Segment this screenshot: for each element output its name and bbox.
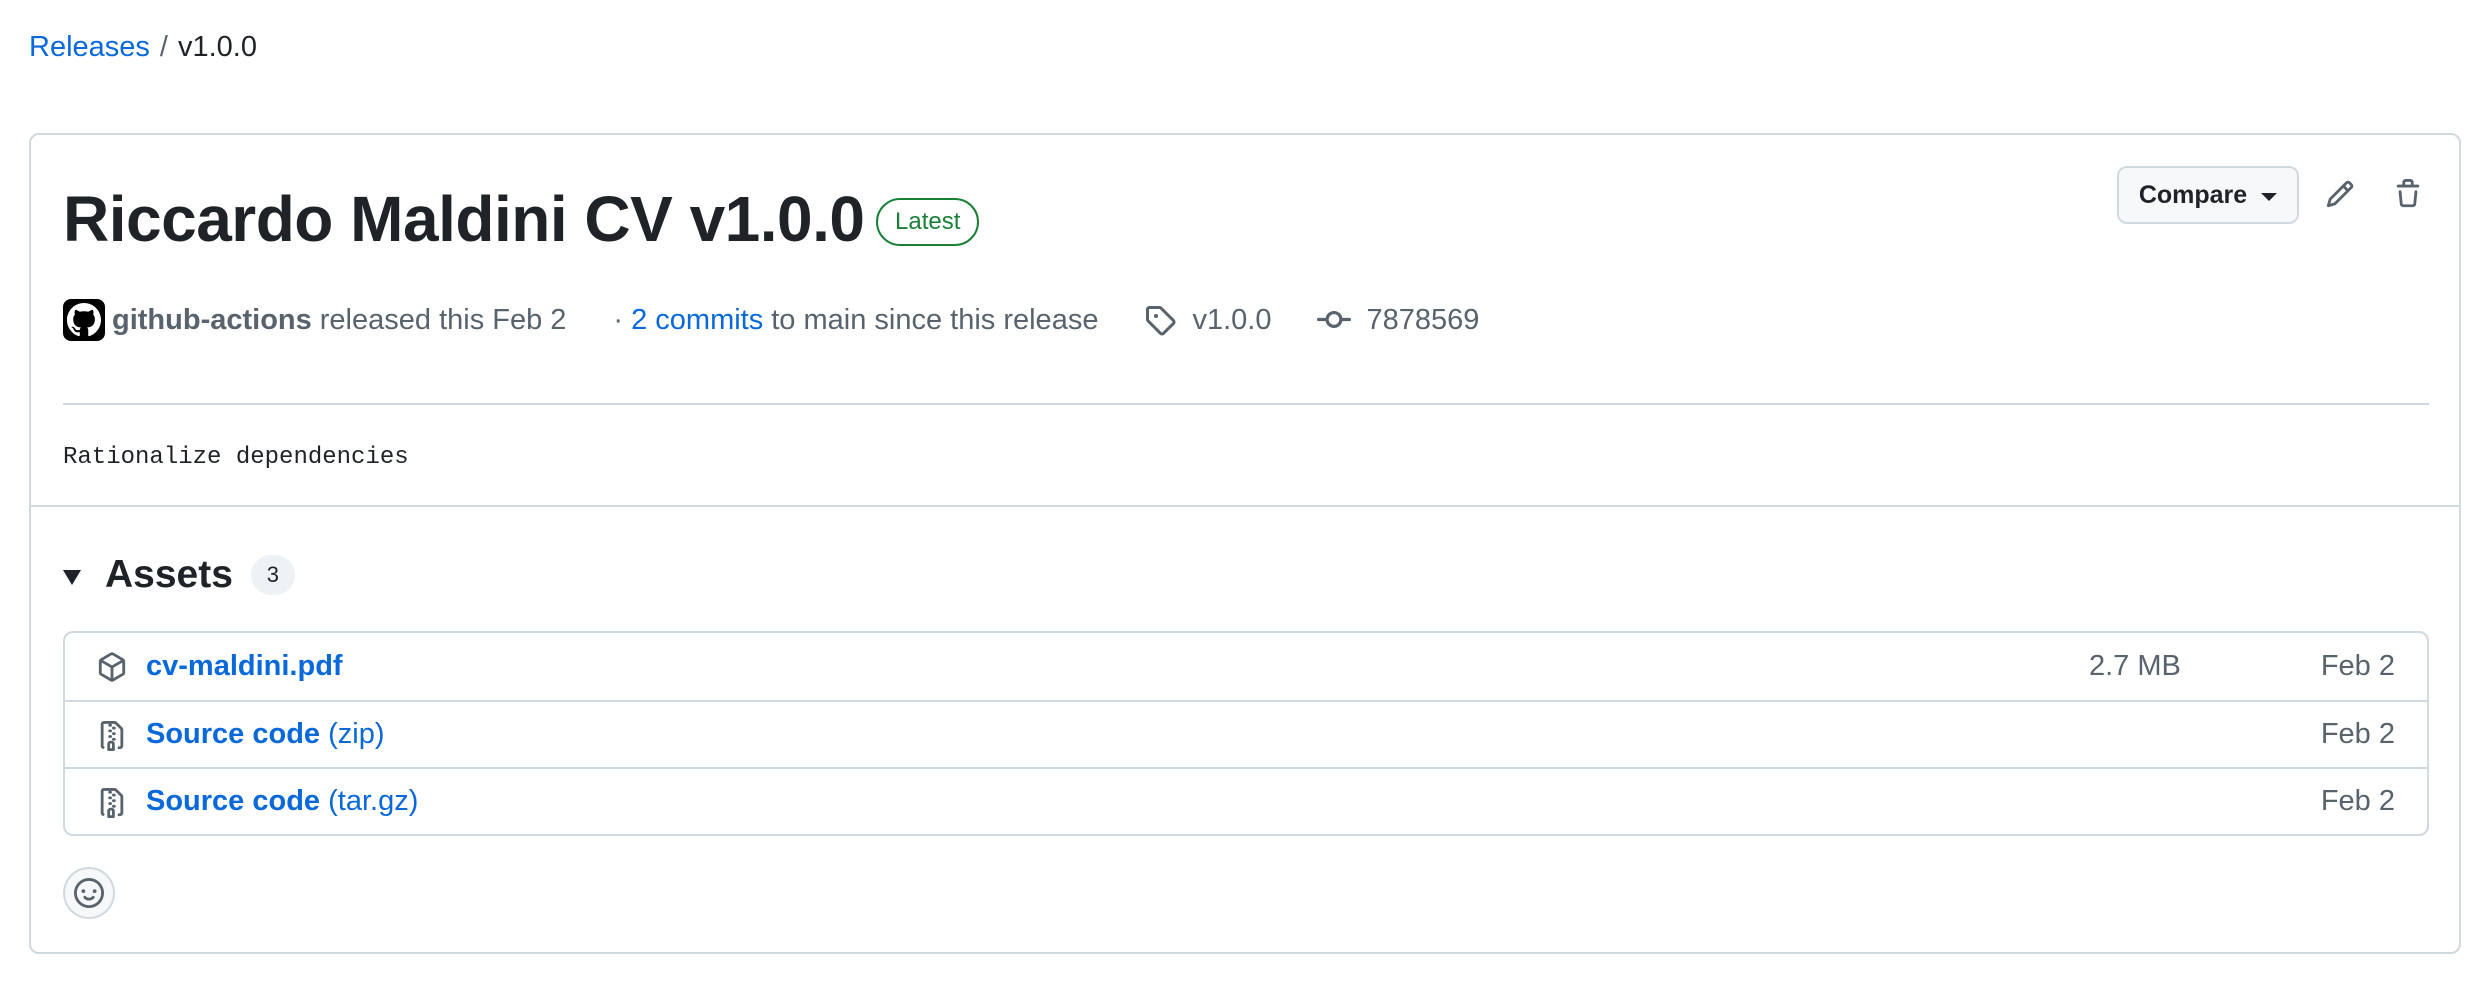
- asset-list: cv-maldini.pdf 2.7 MB Feb 2 Source code …: [63, 631, 2429, 836]
- commit-link[interactable]: 7878569: [1317, 303, 1479, 337]
- pencil-icon: [2326, 180, 2354, 208]
- assets-toggle[interactable]: Assets 3: [63, 545, 295, 605]
- tag-label: v1.0.0: [1192, 303, 1272, 336]
- assets-count-badge: 3: [250, 555, 295, 595]
- release-notes: Rationalize dependencies: [63, 444, 409, 471]
- release-author[interactable]: github-actions: [112, 304, 312, 337]
- release-card: Riccardo Maldini CV v1.0.0 Latest Compar…: [29, 133, 2461, 954]
- file-zip-icon: [96, 787, 128, 819]
- latest-badge: Latest: [876, 198, 980, 246]
- commits-suffix: to main since this release: [771, 303, 1099, 336]
- tag-link[interactable]: v1.0.0: [1144, 304, 1271, 337]
- asset-link[interactable]: Source code (tar.gz): [146, 785, 418, 818]
- assets-title: Assets: [105, 553, 233, 596]
- asset-suffix: (tar.gz): [328, 785, 419, 817]
- asset-row: Source code (zip) Feb 2: [65, 700, 2427, 767]
- asset-date: Feb 2: [2320, 718, 2395, 750]
- asset-date: Feb 2: [2320, 785, 2395, 817]
- breadcrumb-releases-link[interactable]: Releases: [29, 28, 150, 66]
- git-commit-icon: [1317, 310, 1352, 328]
- tag-icon: [1146, 306, 1177, 336]
- release-meta: github-actions released this Feb 2 · 2 c…: [63, 296, 1479, 344]
- file-zip-icon: [96, 720, 128, 752]
- edit-release-button[interactable]: [2317, 171, 2363, 217]
- package-icon: [96, 651, 128, 683]
- release-date-text: released this Feb 2: [319, 303, 567, 336]
- breadcrumb-separator: /: [159, 31, 168, 63]
- asset-name: Source code: [146, 718, 321, 750]
- asset-date: Feb 2: [2320, 650, 2395, 682]
- asset-link[interactable]: Source code (zip): [146, 718, 385, 751]
- asset-row: Source code (tar.gz) Feb 2: [65, 767, 2427, 834]
- github-mark-icon: [67, 303, 101, 337]
- asset-name: Source code: [146, 785, 321, 817]
- asset-suffix: (zip): [328, 718, 385, 750]
- trash-icon: [2396, 179, 2420, 208]
- commit-sha: 7878569: [1366, 303, 1480, 336]
- compare-button[interactable]: Compare: [2117, 166, 2299, 224]
- commits-dot: ·: [613, 303, 624, 336]
- breadcrumb-current: v1.0.0: [177, 31, 257, 63]
- triangle-down-icon: [63, 570, 81, 585]
- delete-release-button[interactable]: [2385, 171, 2431, 217]
- avatar[interactable]: [63, 299, 105, 341]
- divider: [63, 403, 2429, 405]
- compare-button-label: Compare: [2138, 180, 2248, 209]
- asset-link[interactable]: cv-maldini.pdf: [146, 650, 343, 683]
- breadcrumb: Releases / v1.0.0: [29, 28, 257, 66]
- caret-down-icon: [2261, 192, 2278, 201]
- release-title[interactable]: Riccardo Maldini CV v1.0.0: [63, 177, 865, 261]
- asset-row: cv-maldini.pdf 2.7 MB Feb 2: [65, 633, 2427, 700]
- asset-name: cv-maldini.pdf: [146, 650, 343, 682]
- smiley-icon: [74, 878, 104, 908]
- commits-link[interactable]: 2 commits: [631, 304, 763, 337]
- add-reaction-button[interactable]: [63, 867, 115, 919]
- asset-size: 2.7 MB: [2089, 650, 2181, 682]
- divider: [31, 505, 2459, 507]
